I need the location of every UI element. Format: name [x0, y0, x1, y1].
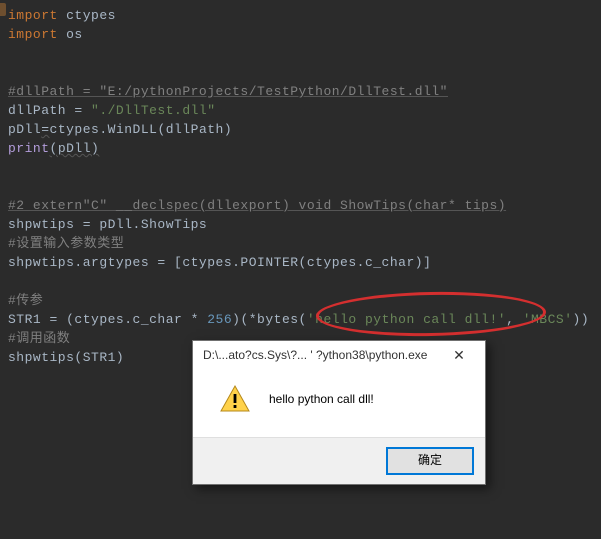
print-arg: (pDll) [50, 141, 100, 156]
code-line-12: shpwtips.argtypes = [ctypes.POINTER(ctyp… [8, 253, 601, 272]
string-dllpath: "./DllTest.dll" [91, 103, 216, 118]
code-line-5: dllPath = "./DllTest.dll" [8, 101, 601, 120]
keyword-import: import [8, 27, 58, 42]
module-ctypes: ctypes [58, 8, 116, 23]
code-line-4: #dllPath = "E:/pythonProjects/TestPython… [8, 82, 601, 101]
str1-a: STR1 = (ctypes.c_char * [8, 312, 207, 327]
code-line-6: pDll=ctypes.WinDLL(dllPath) [8, 120, 601, 139]
comment-pass-param: #传参 [8, 293, 43, 308]
code-line-14: #传参 [8, 291, 601, 310]
code-line-9: #2 extern"C" __declspec(dllexport) void … [8, 196, 601, 215]
var-pdll: pDll [8, 122, 41, 137]
code-line-1: import ctypes [8, 6, 601, 25]
comment-extern: #2 extern"C" __declspec(dllexport) void … [8, 198, 506, 213]
literal-256: 256 [207, 312, 232, 327]
string-mbcs: 'MBCS' [523, 312, 573, 327]
str1-e: , [506, 312, 523, 327]
messagebox-dialog: D:\...ato?cs.Sys\?... ' ?ython38\python.… [192, 340, 486, 485]
code-editor[interactable]: import ctypes import os #dllPath = "E:/p… [0, 0, 601, 367]
set-argtypes: shpwtips.argtypes = [ctypes.POINTER(ctyp… [8, 255, 431, 270]
code-line-7: print(pDll) [8, 139, 601, 158]
comment-dllpath: #dllPath = "E:/pythonProjects/TestPython… [8, 84, 448, 99]
call-shpwtips: shpwtips(STR1) [8, 350, 124, 365]
code-line-15: STR1 = (ctypes.c_char * 256)(*bytes('hel… [8, 310, 601, 329]
code-line-2: import os [8, 25, 601, 44]
comment-call-fn: #调用函数 [8, 331, 70, 346]
warn-underline: = [41, 122, 49, 137]
dialog-titlebar[interactable]: D:\...ato?cs.Sys\?... ' ?ython38\python.… [193, 341, 485, 369]
code-line-10: shpwtips = pDll.ShowTips [8, 215, 601, 234]
ok-button[interactable]: 确定 [387, 448, 473, 474]
string-hello: 'hello python call dll!' [307, 312, 506, 327]
dialog-message: hello python call dll! [269, 392, 374, 406]
dialog-button-row: 确定 [193, 437, 485, 484]
code-line-blank [8, 63, 601, 82]
code-line-blank [8, 158, 601, 177]
close-icon[interactable]: ✕ [439, 347, 479, 364]
keyword-import: import [8, 8, 58, 23]
assign-dllpath: dllPath = [8, 103, 91, 118]
assign-shpwtips: shpwtips = pDll.ShowTips [8, 217, 207, 232]
str1-c: )(*bytes( [232, 312, 307, 327]
code-line-11: #设置输入参数类型 [8, 234, 601, 253]
code-line-blank [8, 272, 601, 291]
builtin-print: print [8, 141, 50, 156]
gutter-marker [0, 3, 6, 16]
dialog-body: hello python call dll! [193, 369, 485, 437]
call-windll: ctypes.WinDLL(dllPath) [50, 122, 233, 137]
comment-argtypes: #设置输入参数类型 [8, 236, 124, 251]
warning-icon [219, 383, 251, 415]
dialog-title: D:\...ato?cs.Sys\?... ' ?ython38\python.… [203, 348, 439, 362]
code-line-blank [8, 44, 601, 63]
str1-g: )) [573, 312, 590, 327]
module-os: os [58, 27, 83, 42]
code-line-blank [8, 177, 601, 196]
